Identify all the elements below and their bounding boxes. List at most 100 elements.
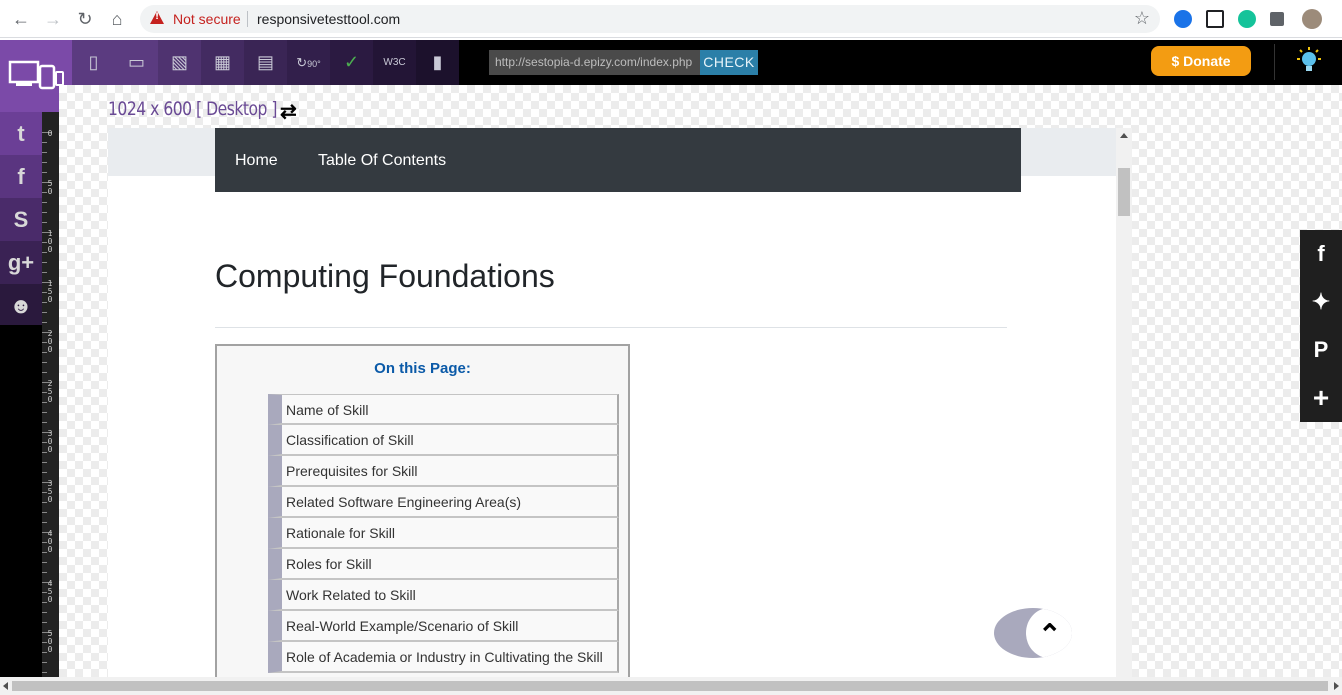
ruler-label: 100	[47, 229, 53, 254]
ruler-label: 300	[47, 429, 53, 454]
toc-title: On this Page:	[374, 360, 471, 377]
cast-extension-icon[interactable]	[1206, 10, 1224, 28]
vertical-ruler: 0 50 100 150 200 250 300 350 400 450 500	[42, 112, 59, 693]
extensions-puzzle-icon[interactable]	[1270, 12, 1284, 26]
widescreen-icon[interactable]: ▤	[244, 40, 287, 85]
toc-item[interactable]: Rationale for Skill	[268, 518, 619, 549]
toc-item[interactable]: Role of Academia or Industry in Cultivat…	[268, 642, 619, 673]
divider	[215, 327, 1007, 328]
security-label[interactable]: Not secure	[173, 11, 241, 27]
skype-icon[interactable]: S	[0, 198, 42, 241]
share-bar: f ✦ P +	[1300, 230, 1342, 422]
ruler-label: 500	[47, 629, 53, 654]
toc-item[interactable]: Roles for Skill	[268, 549, 619, 580]
ruler-tick	[42, 672, 47, 673]
forward-arrow-icon[interactable]: →	[42, 8, 64, 30]
ruler-tick	[42, 362, 47, 363]
chevron-up-icon[interactable]: ⌃	[1038, 618, 1061, 651]
toc-item[interactable]: Work Related to Skill	[268, 580, 619, 611]
page-title: Computing Foundations	[215, 258, 555, 294]
url-text[interactable]: responsivetesttool.com	[257, 11, 400, 27]
page-scrollbar[interactable]	[0, 677, 1342, 695]
tablet-icon[interactable]: ▭	[115, 40, 158, 85]
ruler-tick	[42, 312, 47, 313]
ruler-label: 200	[47, 329, 53, 354]
facebook-icon[interactable]: f	[0, 155, 42, 198]
reload-icon[interactable]: ↻	[74, 8, 96, 30]
more-share-icon[interactable]: +	[1300, 374, 1342, 422]
twitter-icon[interactable]: t	[0, 112, 42, 155]
back-arrow-icon[interactable]: ←	[10, 8, 32, 30]
ruler-tick	[42, 572, 47, 573]
ruler-tick	[42, 162, 47, 163]
address-bar[interactable]: Not secure responsivetesttool.com ☆	[140, 5, 1160, 33]
ruler-tick	[42, 512, 47, 513]
left-social-bar: t f S g+ ☻	[0, 112, 42, 327]
ruler-label: 250	[47, 379, 53, 404]
toc-item[interactable]: Classification of Skill	[268, 425, 619, 456]
ruler-tick	[42, 272, 47, 273]
scrollbar-thumb[interactable]	[12, 681, 1328, 691]
tv-icon[interactable]: ▦	[201, 40, 244, 85]
ruler-tick	[42, 422, 47, 423]
ruler-tick	[42, 172, 47, 173]
rotate-90-icon[interactable]: ↻90°	[287, 40, 330, 85]
toc-item[interactable]: Related Software Engineering Area(s)	[268, 487, 619, 518]
pinterest-share-icon[interactable]: P	[1300, 326, 1342, 374]
scroll-right-arrow-icon[interactable]	[1334, 682, 1339, 690]
check-button[interactable]: CHECK	[700, 50, 758, 75]
scroll-left-arrow-icon[interactable]	[3, 682, 8, 690]
ruler-label: 350	[47, 479, 53, 504]
donate-button[interactable]: $ Donate	[1151, 46, 1251, 76]
frame-scrollbar[interactable]	[1116, 128, 1132, 677]
ruler-tick	[42, 412, 47, 413]
scrollbar-thumb[interactable]	[1118, 168, 1130, 216]
rotate-icon[interactable]: ⇄	[280, 99, 297, 124]
ruler-tick	[42, 202, 47, 203]
divider	[1274, 44, 1275, 80]
ruler-tick	[42, 372, 47, 373]
sidebar-fill	[0, 325, 42, 677]
ruler-tick	[42, 262, 47, 263]
ruler-tick	[42, 562, 47, 563]
toc-item[interactable]: Name of Skill	[268, 394, 619, 425]
lightbulb-icon[interactable]	[1294, 46, 1324, 76]
tool-bar: ▯ ▭ ▧ ▦ ▤ ↻90° ✓ W3C ▮ http://sestopia-d…	[0, 40, 1342, 85]
warning-icon	[150, 11, 164, 24]
ruler-tick	[42, 322, 47, 323]
facebook-share-icon[interactable]: f	[1300, 230, 1342, 278]
toc-item[interactable]: Real-World Example/Scenario of Skill	[268, 611, 619, 642]
grammarly-extension-icon[interactable]	[1238, 10, 1256, 28]
ruler-tick	[42, 152, 47, 153]
ruler-tick	[42, 522, 47, 523]
validate-icon[interactable]: ✓	[330, 40, 373, 85]
divider	[247, 11, 248, 27]
ruler-label: 50	[47, 179, 53, 196]
w3c-icon[interactable]: W3C	[373, 40, 416, 85]
toc-item[interactable]: Prerequisites for Skill	[268, 456, 619, 487]
ruler-tick	[42, 472, 47, 473]
ruler-label: 450	[47, 579, 53, 604]
toc-list: Name of Skill Classification of Skill Pr…	[268, 394, 619, 673]
google-plus-icon[interactable]: g+	[0, 241, 42, 284]
ruler-tick	[42, 212, 47, 213]
ruler-tick	[42, 612, 47, 613]
w3c-label: W3C	[383, 57, 406, 68]
preview-frame: Home Table Of Contents Computing Foundat…	[108, 128, 1132, 677]
scroll-up-arrow-icon[interactable]	[1120, 133, 1128, 138]
rotate-label: 90°	[307, 59, 321, 69]
nav-home-link[interactable]: Home	[235, 152, 278, 170]
twitter-share-icon[interactable]: ✦	[1300, 278, 1342, 326]
profile-avatar[interactable]	[1302, 9, 1322, 29]
bookmark-star-icon[interactable]: ☆	[1134, 8, 1150, 29]
test-url-input[interactable]: http://sestopia-d.epizy.com/index.php	[489, 50, 701, 75]
home-icon[interactable]: ⌂	[106, 8, 128, 30]
toc-box: On this Page: Name of Skill Classificati…	[215, 344, 630, 677]
desktop-icon[interactable]: ▧	[158, 40, 201, 85]
bookmark-extension-icon[interactable]	[1174, 10, 1192, 28]
user-icon[interactable]: ☻	[0, 284, 42, 327]
ruler-tick	[42, 662, 47, 663]
bookmark-tool-icon[interactable]: ▮	[416, 40, 459, 85]
nav-toc-link[interactable]: Table Of Contents	[318, 152, 446, 170]
phone-icon[interactable]: ▯	[72, 40, 115, 85]
